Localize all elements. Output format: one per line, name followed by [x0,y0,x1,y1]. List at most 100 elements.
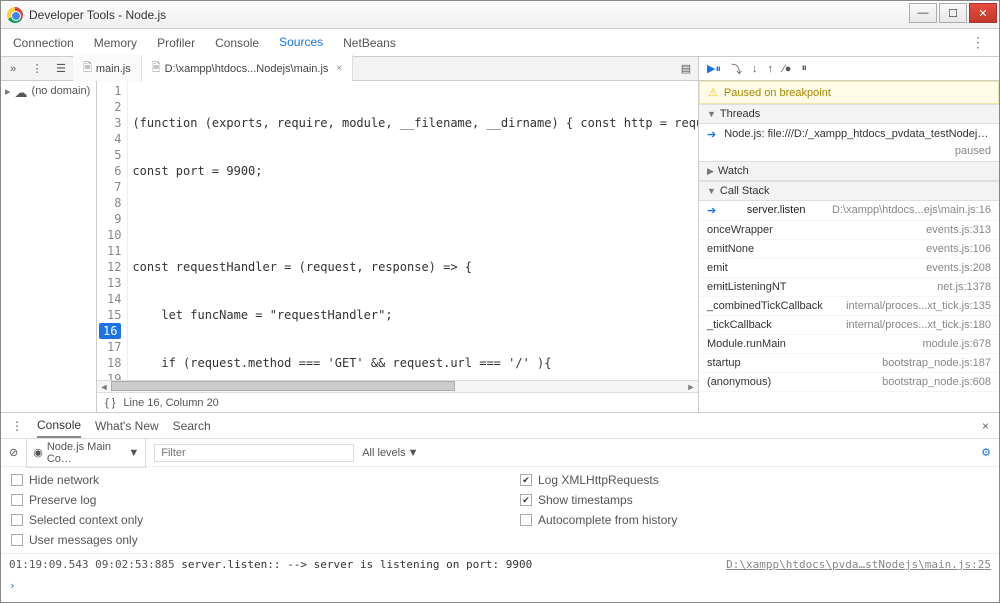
collapse-icon: ▼ [707,186,716,196]
chevron-down-icon: ▼ [128,447,139,459]
target-icon: ◉ [33,446,43,459]
drawer-kebab-icon[interactable]: ⋮ [11,419,23,433]
collapse-icon: ▼ [707,109,716,119]
debugger-pane: ▶⏸ ⤵ ↓ ↑ ⁄● ⏸ ⚠ Paused on breakpoint ▼Th… [699,57,999,412]
log-text: server.listen:: --> server is listening … [181,558,532,571]
close-tab-icon[interactable]: × [336,63,342,74]
checkbox-preserve-log[interactable] [11,494,23,506]
minimize-button[interactable]: — [909,3,937,23]
checkbox-hide-network[interactable] [11,474,23,486]
cloud-icon: ☁ [15,85,28,101]
tab-console[interactable]: Console [213,30,261,56]
watch-header[interactable]: ▶Watch [699,161,999,181]
callstack-frame[interactable]: emitevents.js:208 [699,259,999,278]
thread-state: paused [955,145,991,157]
checkbox-autocomplete[interactable] [520,514,532,526]
checkbox-selected-context[interactable] [11,514,23,526]
paused-banner: ⚠ Paused on breakpoint [699,81,999,104]
horizontal-scrollbar[interactable]: ◄ ► [97,380,698,392]
scroll-right-icon[interactable]: ► [684,382,698,392]
devtools-tabbar: Connection Memory Profiler Console Sourc… [1,29,999,57]
pause-on-exceptions-icon[interactable]: ⏸ [801,62,807,75]
callstack-frame[interactable]: server.listenD:\xampp\htdocs...ejs\main.… [699,201,999,221]
editor-status: { } Line 16, Column 20 [97,392,698,412]
tab-connection[interactable]: Connection [11,30,76,56]
checkbox-user-messages[interactable] [11,534,23,546]
code-line: const requestHandler = (request, respons… [132,259,698,275]
expand-icon[interactable]: ▸ [5,85,11,98]
code-line: if (request.method === 'GET' && request.… [132,355,698,371]
console-settings-icon[interactable]: ⚙ [981,446,991,459]
filter-input[interactable] [154,444,354,462]
callstack-frame[interactable]: startupbootstrap_node.js:187 [699,354,999,373]
braces-icon[interactable]: { } [105,397,115,409]
file-icon: 🗎 [83,59,92,78]
show-navigator-icon[interactable]: ☰ [49,62,73,75]
drawer-close-icon[interactable]: × [982,419,989,433]
tab-profiler[interactable]: Profiler [155,30,197,56]
code-line: let funcName = "requestHandler"; [132,307,698,323]
page-navigator[interactable]: ▸ ☁ (no domain) [1,81,97,412]
callstack-list: server.listenD:\xampp\htdocs...ejs\main.… [699,201,999,412]
step-out-icon[interactable]: ↑ [767,63,773,75]
code-line: const port = 9900; [132,163,698,179]
editor-tab-strip: » ⋮ ☰ 🗎 main.js 🗎 D:\xampp\htdocs...Node… [1,57,698,81]
editor-tab-mainjs[interactable]: 🗎 main.js [73,55,142,82]
current-thread-icon: ➔ [707,128,716,141]
context-label: Node.js Main Co… [47,441,125,465]
titlebar: Developer Tools - Node.js — ☐ ✕ [1,1,999,29]
drawer-tab-console[interactable]: Console [37,414,81,438]
step-into-icon[interactable]: ↓ [752,63,758,75]
callstack-frame[interactable]: _combinedTickCallbackinternal/proces...x… [699,297,999,316]
console-drawer: ⋮ Console What's New Search × ⊘ ◉ Node.j… [1,412,999,602]
expand-icon: ▶ [707,166,714,177]
code-editor[interactable]: 1234567891011121314151617181920212223 (f… [97,81,698,380]
nav-kebab-icon[interactable]: ⋮ [25,62,49,75]
tab-memory[interactable]: Memory [92,30,139,56]
code-line [132,211,698,227]
cursor-position: Line 16, Column 20 [123,397,218,409]
log-location-link[interactable]: D:\xampp\htdocs\pvda…stNodejs\main.js:25 [726,558,991,571]
callstack-frame[interactable]: emitListeningNTnet.js:1378 [699,278,999,297]
clear-console-icon[interactable]: ⊘ [9,446,18,459]
thread-path: Node.js: file:///D:/_xampp_htdocs_pvdata… [724,128,991,141]
threads-header[interactable]: ▼Threads [699,104,999,124]
maximize-button[interactable]: ☐ [939,3,967,23]
editor-tab-mainjs-path[interactable]: 🗎 D:\xampp\htdocs...Nodejs\main.js × [142,55,354,82]
callstack-frame[interactable]: emitNoneevents.js:106 [699,240,999,259]
context-selector[interactable]: ◉ Node.js Main Co… ▼ [26,438,146,468]
drawer-tab-search[interactable]: Search [173,415,211,437]
warning-icon: ⚠ [708,86,718,99]
thread-row[interactable]: ➔ Node.js: file:///D:/_xampp_htdocs_pvda… [699,124,999,145]
tab-sources[interactable]: Sources [277,29,325,57]
window-title: Developer Tools - Node.js [29,8,166,22]
checkbox-show-timestamps[interactable] [520,494,532,506]
close-button[interactable]: ✕ [969,3,997,23]
scroll-thumb[interactable] [111,381,455,391]
deactivate-breakpoints-icon[interactable]: ⁄● [783,63,791,75]
more-tabs-icon[interactable]: ▤ [674,62,698,75]
devtools-menu-icon[interactable]: ⋮ [967,34,989,51]
callstack-frame[interactable]: onceWrapperevents.js:313 [699,221,999,240]
drawer-tab-whatsnew[interactable]: What's New [95,415,159,437]
console-prompt[interactable]: › [1,575,999,596]
callstack-header[interactable]: ▼Call Stack [699,181,999,201]
log-timestamp: 01:19:09.543 09:02:53:885 [9,558,175,571]
callstack-frame[interactable]: Module.runMainmodule.js:678 [699,335,999,354]
gutter[interactable]: 1234567891011121314151617181920212223 [97,81,128,380]
console-message[interactable]: 01:19:09.543 09:02:53:885 server.listen:… [1,553,999,575]
navigator-no-domain: (no domain) [32,85,91,97]
chrome-icon [7,7,23,23]
editor-tab-label: D:\xampp\htdocs...Nodejs\main.js [165,63,329,75]
chevron-down-icon: ▼ [408,447,419,459]
step-over-icon[interactable]: ⤵ [731,61,742,77]
log-levels-selector[interactable]: All levels ▼ [362,447,418,459]
callstack-frame[interactable]: (anonymous)bootstrap_node.js:608 [699,373,999,392]
tab-netbeans[interactable]: NetBeans [341,30,398,56]
nav-back-icon[interactable]: » [1,63,25,75]
callstack-frame[interactable]: _tickCallbackinternal/proces...xt_tick.j… [699,316,999,335]
resume-icon[interactable]: ▶⏸ [707,62,721,76]
scroll-left-icon[interactable]: ◄ [97,382,111,392]
checkbox-log-xhr[interactable] [520,474,532,486]
file-icon: 🗎 [152,59,161,78]
